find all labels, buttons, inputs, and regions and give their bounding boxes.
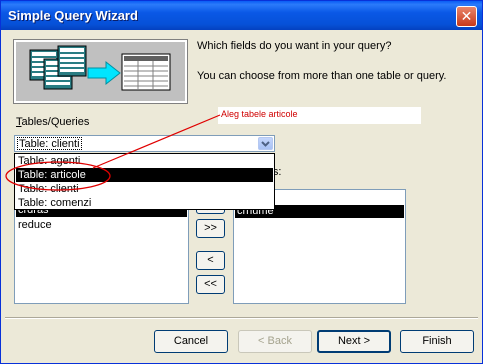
list-item[interactable]: reduce bbox=[16, 219, 187, 232]
add-all-fields-button[interactable]: >> bbox=[196, 219, 225, 238]
back-button[interactable]: < Back bbox=[238, 330, 312, 353]
tables-queries-combobox[interactable]: Table: clienti bbox=[14, 135, 275, 152]
annotation-note: Aleg tabele articole bbox=[218, 107, 421, 124]
next-button[interactable]: Next > bbox=[317, 330, 391, 353]
footer-separator bbox=[5, 317, 478, 319]
dropdown-option-comenzi[interactable]: Table: comenzi bbox=[16, 196, 273, 210]
chevron-down-icon bbox=[261, 141, 270, 147]
remove-all-fields-button[interactable]: << bbox=[196, 275, 225, 294]
title-bar[interactable]: Simple Query Wizard ✕ bbox=[1, 1, 482, 30]
window-title: Simple Query Wizard bbox=[8, 8, 138, 23]
tables-to-query-icon bbox=[29, 45, 171, 91]
remove-field-button[interactable]: < bbox=[196, 251, 225, 270]
cancel-button[interactable]: Cancel bbox=[154, 330, 228, 353]
combobox-selected-value: Table: clienti bbox=[17, 137, 82, 150]
combobox-dropdown-button[interactable] bbox=[258, 137, 273, 150]
close-button[interactable]: ✕ bbox=[456, 6, 477, 27]
tables-dropdown-list[interactable]: Table: agenti Table: articole Table: cli… bbox=[14, 153, 275, 210]
wizard-hint: You can choose from more than one table … bbox=[197, 70, 447, 82]
finish-button[interactable]: Finish bbox=[400, 330, 474, 353]
dropdown-option-agenti[interactable]: Table: agenti bbox=[16, 154, 273, 168]
illustration-background bbox=[16, 42, 185, 101]
simple-query-wizard-window: Simple Query Wizard ✕ Which fields do yo… bbox=[0, 0, 483, 364]
wizard-illustration bbox=[13, 39, 188, 104]
dropdown-option-articole[interactable]: Table: articole bbox=[16, 168, 273, 182]
wizard-question: Which fields do you want in your query? bbox=[197, 40, 392, 52]
tables-label-text: ables/Queries bbox=[21, 116, 90, 128]
dropdown-option-clienti[interactable]: Table: clienti bbox=[16, 182, 273, 196]
tables-queries-label: Tables/Queries bbox=[16, 116, 89, 128]
